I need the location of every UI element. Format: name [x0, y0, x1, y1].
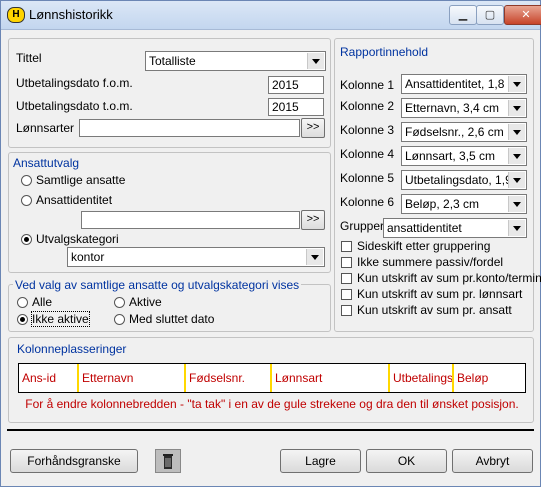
- tittel-label: Tittel: [16, 51, 42, 65]
- kolonne3-label: Kolonne 3: [340, 123, 395, 137]
- radio-ikke-aktive[interactable]: [17, 314, 28, 325]
- kolonne4-select[interactable]: Lønnsart, 3,5 cm: [401, 146, 527, 166]
- radio-ansattidentitet[interactable]: [21, 195, 32, 206]
- column-position-strip: Ans-id Etternavn Fødselsnr. Lønnsart Utb…: [18, 363, 526, 393]
- samtlige-label[interactable]: Samtlige ansatte: [36, 173, 125, 187]
- kolonne5-value: Utbetalingsdato, 1,9 c: [405, 173, 522, 187]
- rapportinnehold-legend: Rapportinnehold: [338, 45, 431, 59]
- trash-icon: [163, 454, 173, 469]
- app-logo-icon: H: [7, 7, 25, 23]
- lagre-button[interactable]: Lagre: [280, 449, 361, 473]
- ansattidentitet-browse-button[interactable]: >>: [301, 210, 325, 230]
- close-icon: ✕: [521, 9, 531, 21]
- column-lonnsart[interactable]: Lønnsart: [270, 364, 388, 392]
- sum-konto-label[interactable]: Kun utskrift av sum pr.konto/termin: [357, 271, 541, 285]
- chevron-down-icon[interactable]: [508, 148, 525, 164]
- kolonne2-value: Etternavn, 3,4 cm: [405, 101, 500, 115]
- radio-utvalgskategori[interactable]: [21, 234, 32, 245]
- ansattutvalg-legend: Ansattutvalg: [11, 156, 82, 170]
- kolonne2-select[interactable]: Etternavn, 3,4 cm: [401, 98, 527, 118]
- minimize-icon: ▁: [458, 9, 468, 21]
- radio-samtlige[interactable]: [21, 175, 32, 186]
- kolonne3-select[interactable]: Fødselsnr., 2,6 cm: [401, 122, 527, 142]
- ikke-summere-label[interactable]: Ikke summere passiv/fordel: [357, 255, 503, 269]
- column-ansid: Ans-id: [22, 371, 57, 385]
- tittel-select-value: Totalliste: [149, 54, 196, 68]
- radio-aktive[interactable]: [114, 297, 125, 308]
- lonnsarter-input[interactable]: [79, 119, 300, 137]
- checkbox-sum-lonnsart[interactable]: [341, 289, 352, 300]
- divider: [7, 429, 534, 431]
- kolonne6-label: Kolonne 6: [340, 195, 395, 209]
- tittel-select[interactable]: Totalliste: [145, 51, 326, 71]
- column-belop[interactable]: Beløp: [452, 364, 525, 392]
- trash-button[interactable]: [155, 449, 181, 473]
- kolonne3-value: Fødselsnr., 2,6 cm: [405, 125, 504, 139]
- kolonne5-select[interactable]: Utbetalingsdato, 1,9 c: [401, 170, 527, 190]
- kolonne5-label: Kolonne 5: [340, 171, 395, 185]
- kolonne1-value: Ansattidentitet, 1,8 cm: [405, 77, 524, 91]
- sum-lonnsart-label[interactable]: Kun utskrift av sum pr. lønnsart: [357, 287, 522, 301]
- kolonne6-value: Beløp, 2,3 cm: [405, 197, 480, 211]
- checkbox-sideskift[interactable]: [341, 241, 352, 252]
- dialog-window: H Lønnshistorikk ▁ ▢ ✕ Tittel Totalliste…: [0, 0, 541, 487]
- chevron-down-icon[interactable]: [508, 100, 525, 116]
- column-width-hint: For å endre kolonnebredden - "ta tak" i …: [25, 397, 519, 411]
- chevron-down-icon[interactable]: [307, 53, 324, 69]
- kolonne2-label: Kolonne 2: [340, 99, 395, 113]
- kolonne1-select[interactable]: Ansattidentitet, 1,8 cm: [401, 74, 527, 94]
- kategori-select[interactable]: kontor: [67, 247, 325, 267]
- chevron-down-icon[interactable]: [508, 220, 525, 236]
- window-title: Lønnshistorikk: [29, 7, 113, 22]
- avbryt-button[interactable]: Avbryt: [452, 449, 533, 473]
- ansattidentitet-label[interactable]: Ansattidentitet: [36, 193, 112, 207]
- column-etternavn[interactable]: Etternavn: [77, 364, 184, 392]
- minimize-button[interactable]: ▁: [449, 5, 477, 25]
- vedvalg-legend: Ved valg av samtlige ansatte og utvalgsk…: [13, 278, 302, 292]
- column-utbetalingsdato[interactable]: Utbetalingsdato: [388, 364, 452, 392]
- kolonne4-label: Kolonne 4: [340, 147, 395, 161]
- radio-med-sluttet[interactable]: [114, 314, 125, 325]
- med-sluttet-label[interactable]: Med sluttet dato: [129, 312, 214, 326]
- title-bar[interactable]: H Lønnshistorikk ▁ ▢ ✕: [1, 1, 541, 30]
- aktive-label[interactable]: Aktive: [129, 295, 162, 309]
- maximize-button[interactable]: ▢: [476, 5, 504, 25]
- ansattidentitet-input[interactable]: [81, 211, 300, 229]
- checkbox-ikke-summere[interactable]: [341, 257, 352, 268]
- kolonne1-label: Kolonne 1: [340, 78, 395, 92]
- column-fodselsnr[interactable]: Fødselsnr.: [184, 364, 270, 392]
- tom-label: Utbetalingsdato t.o.m.: [16, 99, 133, 113]
- gruppere-select[interactable]: ansattidentitet: [383, 218, 527, 238]
- radio-alle[interactable]: [17, 297, 28, 308]
- gruppere-value: ansattidentitet: [387, 221, 462, 235]
- lonnsarter-label: Lønnsarter: [16, 121, 75, 135]
- chevron-down-icon[interactable]: [508, 196, 525, 212]
- fom-label: Utbetalingsdato f.o.m.: [16, 76, 133, 90]
- sum-ansatt-label[interactable]: Kun utskrift av sum pr. ansatt: [357, 303, 512, 317]
- chevron-down-icon[interactable]: [508, 76, 525, 92]
- kolonneplasseringer-legend: Kolonneplasseringer: [15, 342, 129, 356]
- kategori-select-value: kontor: [71, 250, 105, 264]
- kolonne6-select[interactable]: Beløp, 2,3 cm: [401, 194, 527, 214]
- utvalgskategori-label[interactable]: Utvalgskategori: [36, 232, 119, 246]
- chevron-down-icon[interactable]: [508, 172, 525, 188]
- close-button[interactable]: ✕: [504, 5, 541, 25]
- kolonne4-value: Lønnsart, 3,5 cm: [405, 149, 496, 163]
- alle-label[interactable]: Alle: [32, 295, 52, 309]
- forhandsgranske-button[interactable]: Forhåndsgranske: [10, 449, 138, 473]
- sideskift-label[interactable]: Sideskift etter gruppering: [357, 239, 490, 253]
- ikke-aktive-label[interactable]: Ikke aktive: [31, 311, 90, 327]
- maximize-icon: ▢: [484, 9, 496, 21]
- chevron-down-icon[interactable]: [508, 124, 525, 140]
- lonnsarter-browse-button[interactable]: >>: [301, 118, 325, 138]
- checkbox-sum-konto[interactable]: [341, 273, 352, 284]
- ok-button[interactable]: OK: [366, 449, 447, 473]
- fom-input[interactable]: 2015: [268, 76, 324, 94]
- tom-input[interactable]: 2015: [268, 98, 324, 116]
- checkbox-sum-ansatt[interactable]: [341, 305, 352, 316]
- chevron-down-icon[interactable]: [306, 249, 323, 265]
